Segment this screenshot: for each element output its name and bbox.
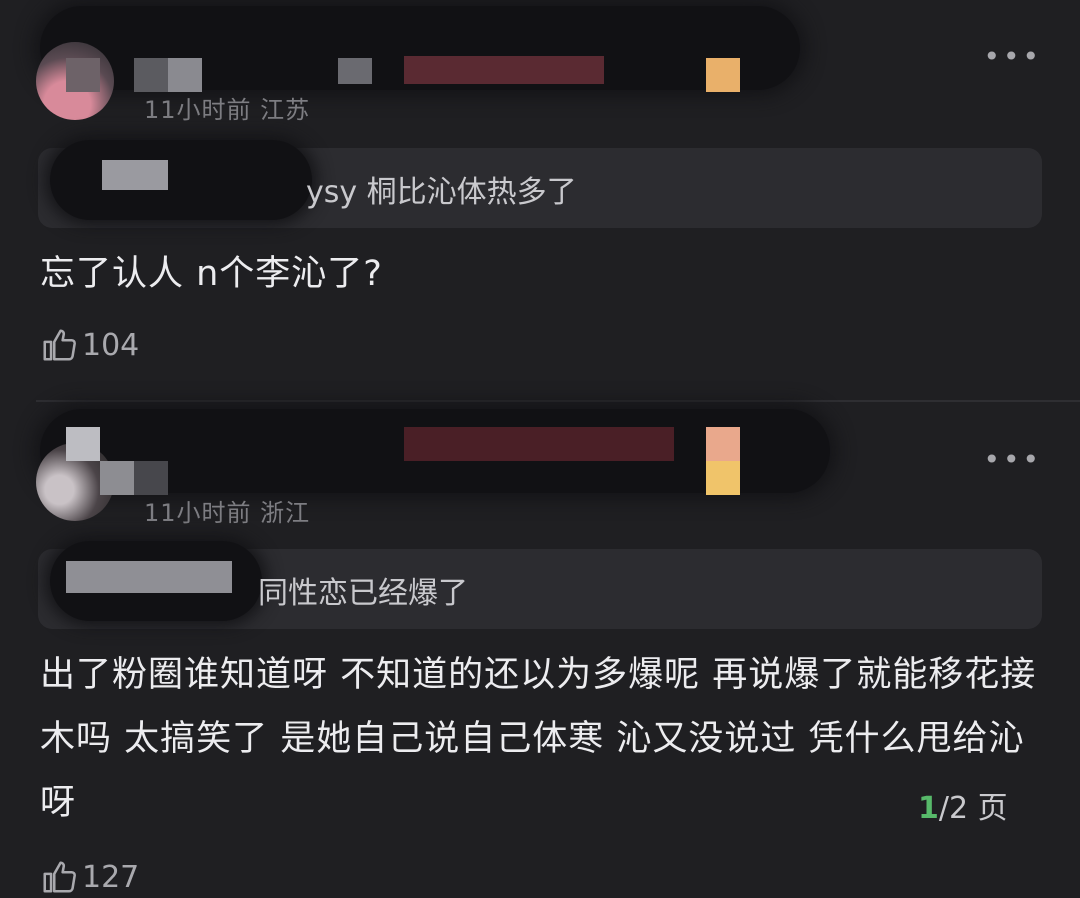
mosaic-block [100,461,134,495]
mosaic-block [168,58,202,92]
like-count: 127 [82,859,140,895]
more-options-icon[interactable]: ••• [983,443,1042,476]
mosaic-block [404,56,604,84]
like-count: 104 [82,327,140,363]
comment-text: 出了粉圈谁知道呀 不知道的还以为多爆呢 再说爆了就能移花接木吗 太搞笑了 是她自… [40,655,1037,823]
mosaic-block [66,561,232,593]
mosaic-block [102,160,168,190]
like-button[interactable]: 127 [40,858,139,896]
mosaic-block [134,461,168,495]
thumbs-up-icon [43,861,76,893]
total-pages: /2 页 [938,791,1008,826]
comment-list: 11小时前 江苏 ••• ysy 桐比沁体热多了 忘了认人 n个李沁了? 104… [0,0,1080,898]
quoted-text: ysy 桐比沁体热多了 [306,175,577,210]
thumbs-up-icon [43,329,76,361]
quoted-text: 同性恋已经爆了 [258,576,468,611]
comment-text: 忘了认人 n个李沁了? [40,254,383,294]
like-button[interactable]: 104 [40,326,139,364]
comment-item: 11小时前 江苏 ••• ysy 桐比沁体热多了 忘了认人 n个李沁了? 104 [0,0,1080,400]
mosaic-block [66,427,100,461]
comment-meta: 11小时前 浙江 [144,499,311,527]
divider [36,400,1080,402]
mosaic-block [66,58,100,92]
badge-icon [706,58,740,92]
badge-icon [706,461,740,495]
comment-item: 11小时前 浙江 ••• 同性恋已经爆了 出了粉圈谁知道呀 不知道的还以为多爆呢… [0,403,1080,898]
blurred-quote-author [50,140,312,220]
comment-meta: 11小时前 江苏 [144,96,311,124]
mosaic-block [404,427,674,461]
current-page: 1 [918,791,939,826]
badge-icon [706,427,740,461]
mosaic-block [134,58,168,92]
more-options-icon[interactable]: ••• [983,40,1042,73]
mosaic-block [338,58,372,84]
page-indicator: 1/2 页 [918,783,1008,827]
